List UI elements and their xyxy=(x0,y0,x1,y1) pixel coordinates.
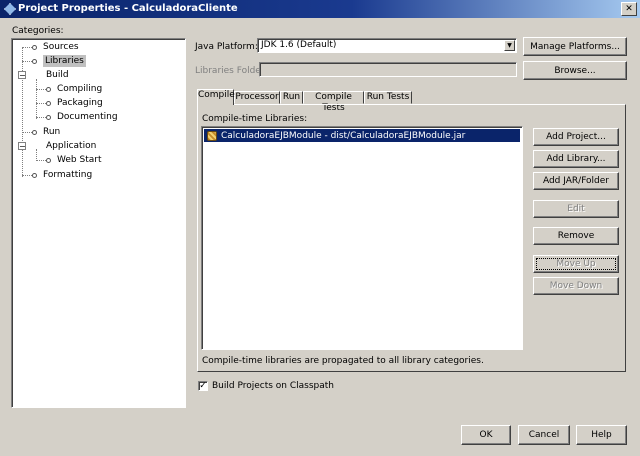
tree-item-web-start[interactable]: Web Start xyxy=(46,155,101,165)
tree-item-run[interactable]: Run xyxy=(32,127,60,137)
tree-line xyxy=(22,47,23,177)
add-library-button[interactable]: Add Library... xyxy=(533,150,619,168)
collapse-build-icon[interactable]: − xyxy=(18,71,26,80)
tab-processor[interactable]: Processor xyxy=(234,91,280,104)
tree-item-label: Formatting xyxy=(43,170,93,180)
java-platform-label: Java Platform: xyxy=(195,42,258,52)
tab-compile-tests[interactable]: Compile Tests xyxy=(303,91,364,113)
add-project-button[interactable]: Add Project... xyxy=(533,128,619,146)
compile-libraries-list[interactable]: CalculadoraEJBModule - dist/CalculadoraE… xyxy=(201,126,523,350)
tab-run-tests[interactable]: Run Tests xyxy=(364,91,412,104)
collapse-application-icon[interactable]: − xyxy=(18,142,26,151)
tree-item-documenting[interactable]: Documenting xyxy=(46,112,118,122)
tree-item-label: Web Start xyxy=(57,155,102,165)
tree-item-label: Build xyxy=(46,70,69,80)
edit-button[interactable]: Edit xyxy=(533,200,619,218)
node-icon xyxy=(46,157,51,163)
ok-button[interactable]: OK xyxy=(461,425,511,445)
node-icon xyxy=(46,86,51,92)
title-bar: Project Properties - CalculadoraCliente … xyxy=(0,0,640,18)
help-button[interactable]: Help xyxy=(576,425,627,445)
browse-button[interactable]: Browse... xyxy=(523,61,627,80)
node-icon xyxy=(32,172,37,178)
categories-label: Categories: xyxy=(12,26,64,36)
node-icon xyxy=(32,44,37,50)
node-icon xyxy=(32,58,37,64)
move-up-button[interactable]: Move Up xyxy=(533,255,619,273)
manage-platforms-button[interactable]: Manage Platforms... xyxy=(523,37,627,56)
app-icon xyxy=(4,3,16,15)
tree-item-label: Compiling xyxy=(57,84,103,94)
java-platform-select[interactable]: JDK 1.6 (Default) ▼ xyxy=(257,38,517,53)
tree-item-libraries[interactable]: Libraries xyxy=(32,55,86,67)
window-title: Project Properties - CalculadoraCliente xyxy=(18,3,238,14)
node-icon xyxy=(46,114,51,120)
remove-button[interactable]: Remove xyxy=(533,227,619,245)
tree-item-label: Sources xyxy=(43,42,79,52)
libraries-folder-field[interactable] xyxy=(259,62,517,77)
categories-tree[interactable]: − − Sources Libraries Build Compiling Pa… xyxy=(11,38,186,408)
compile-libraries-label: Compile-time Libraries: xyxy=(202,114,308,124)
java-platform-value: JDK 1.6 (Default) xyxy=(261,40,337,50)
tree-item-label: Run xyxy=(43,127,61,137)
tree-item-compiling[interactable]: Compiling xyxy=(46,84,102,94)
tree-item-label: Packaging xyxy=(57,98,103,108)
tree-item-application[interactable]: Application xyxy=(46,141,96,151)
tree-item-label: Documenting xyxy=(57,112,118,122)
chevron-down-icon[interactable]: ▼ xyxy=(504,40,515,51)
list-item[interactable]: CalculadoraEJBModule - dist/CalculadoraE… xyxy=(204,129,520,142)
jar-icon xyxy=(207,130,217,141)
tree-item-build[interactable]: Build xyxy=(46,70,69,80)
tree-item-label: Application xyxy=(46,141,97,151)
library-label: CalculadoraEJBModule - dist/CalculadoraE… xyxy=(221,130,466,141)
libraries-folder-label: Libraries Folder: xyxy=(195,66,268,76)
node-icon xyxy=(32,129,37,135)
tab-compile[interactable]: Compile xyxy=(197,89,235,105)
tab-run[interactable]: Run xyxy=(280,91,303,104)
build-projects-checkbox[interactable]: ✓ xyxy=(198,381,208,391)
tree-item-label: Libraries xyxy=(43,55,86,67)
propagation-note: Compile-time libraries are propagated to… xyxy=(202,356,484,366)
build-projects-label: Build Projects on Classpath xyxy=(212,381,335,391)
add-jar-folder-button[interactable]: Add JAR/Folder xyxy=(533,172,619,190)
tree-line xyxy=(36,79,37,119)
tree-item-packaging[interactable]: Packaging xyxy=(46,98,103,108)
tree-item-formatting[interactable]: Formatting xyxy=(32,170,92,180)
node-icon xyxy=(46,100,51,106)
cancel-button[interactable]: Cancel xyxy=(518,425,570,445)
close-button[interactable]: ✕ xyxy=(621,2,637,16)
tree-item-sources[interactable]: Sources xyxy=(32,42,79,52)
move-down-button[interactable]: Move Down xyxy=(533,277,619,295)
